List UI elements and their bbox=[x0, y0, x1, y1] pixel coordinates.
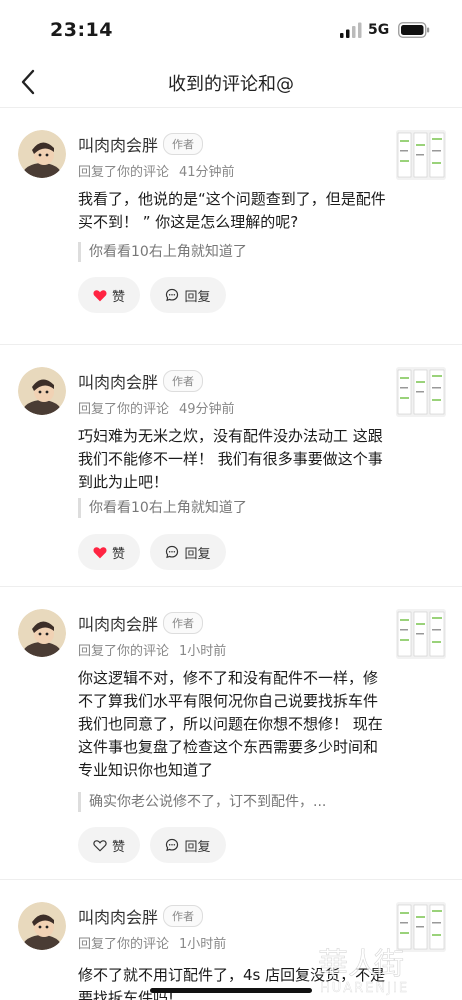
avatar[interactable] bbox=[18, 609, 66, 657]
screenshot-thumbnail-image bbox=[396, 609, 446, 659]
heart-outline-icon bbox=[93, 839, 107, 851]
user-name[interactable]: 叫肉肉会胖 bbox=[78, 132, 158, 156]
time-ago: 49分钟前 bbox=[179, 402, 235, 417]
avatar-image bbox=[18, 130, 66, 178]
comment-card: 叫肉肉会胖 作者 回复了你的评论 49分钟前 巧妇难为无米之炊，没有配件没办法动工… bbox=[0, 345, 462, 587]
status-time: 23:14 bbox=[50, 19, 113, 41]
home-indicator bbox=[150, 988, 312, 993]
user-name[interactable]: 叫肉肉会胖 bbox=[78, 611, 158, 635]
user-name[interactable]: 叫肉肉会胖 bbox=[78, 904, 158, 928]
quoted-comment[interactable]: 你看看10右上角就知道了 bbox=[78, 242, 398, 262]
comment-meta: 回复了你的评论 49分钟前 bbox=[78, 398, 235, 417]
post-thumbnail[interactable] bbox=[396, 609, 446, 659]
quoted-comment[interactable]: 你看看10右上角就知道了 bbox=[78, 498, 398, 518]
avatar-image bbox=[18, 367, 66, 415]
screenshot-thumbnail-image bbox=[396, 367, 446, 417]
like-label: 赞 bbox=[111, 546, 125, 562]
battery-icon bbox=[398, 22, 430, 38]
comment-meta: 回复了你的评论 41分钟前 bbox=[78, 161, 235, 180]
quoted-comment[interactable]: 确实你老公说修不了，订不到配件，... bbox=[78, 792, 398, 812]
comment-bubble-icon bbox=[166, 288, 179, 302]
post-thumbnail[interactable] bbox=[396, 130, 446, 180]
svg-text:街: 街 bbox=[374, 947, 404, 982]
avatar[interactable] bbox=[18, 902, 66, 950]
comment-bubble-icon bbox=[166, 545, 179, 559]
page-title: 收到的评论和@ bbox=[168, 74, 294, 95]
avatar[interactable] bbox=[18, 130, 66, 178]
reply-button[interactable]: 回复 bbox=[150, 277, 226, 313]
svg-text:HUARENJIE: HUARENJIE bbox=[320, 981, 409, 996]
svg-text:華人: 華人 bbox=[318, 947, 378, 982]
avatar-image bbox=[18, 609, 66, 657]
reply-label: 回复 bbox=[184, 839, 211, 855]
like-button[interactable]: 赞 bbox=[78, 277, 140, 313]
status-bar: 23:14 5G bbox=[0, 0, 462, 58]
time-ago: 41分钟前 bbox=[179, 165, 235, 180]
post-thumbnail[interactable] bbox=[396, 367, 446, 417]
action-text: 回复了你的评论 bbox=[78, 937, 170, 952]
avatar-image bbox=[18, 902, 66, 950]
comment-bubble-icon bbox=[166, 838, 179, 852]
reply-label: 回复 bbox=[184, 289, 211, 305]
time-ago: 1小时前 bbox=[179, 937, 227, 952]
comment-text: 我看了，他说的是“这个问题查到了，但是配件买不到！ ” 你这是怎么理解的呢? bbox=[78, 190, 386, 231]
reply-button[interactable]: 回复 bbox=[150, 534, 226, 570]
comment-card: 叫肉肉会胖 作者 回复了你的评论 41分钟前 我看了，他说的是“这个问题查到了，但… bbox=[0, 108, 462, 345]
screenshot-thumbnail-image bbox=[396, 130, 446, 180]
heart-icon bbox=[93, 546, 107, 558]
comment-text: 巧妇难为无米之炊，没有配件没办法动工 这跟我们不能修不一样！ 我们有很多事要做这… bbox=[78, 427, 383, 491]
comment-meta: 回复了你的评论 1小时前 bbox=[78, 933, 226, 952]
action-text: 回复了你的评论 bbox=[78, 165, 170, 180]
author-badge: 作者 bbox=[163, 905, 203, 927]
comment-card: 叫肉肉会胖 作者 回复了你的评论 1小时前 你这逻辑不对，修不了和没有配件不一样，… bbox=[0, 587, 462, 880]
reply-button[interactable]: 回复 bbox=[150, 827, 226, 863]
reply-label: 回复 bbox=[184, 546, 211, 562]
heart-icon bbox=[93, 289, 107, 301]
time-ago: 1小时前 bbox=[179, 644, 227, 659]
like-button[interactable]: 赞 bbox=[78, 534, 140, 570]
action-text: 回复了你的评论 bbox=[78, 644, 170, 659]
comment-text: 你这逻辑不对，修不了和没有配件不一样，修不了算我们水平有限何况你自己说要找拆车件… bbox=[78, 669, 383, 779]
avatar[interactable] bbox=[18, 367, 66, 415]
comment-meta: 回复了你的评论 1小时前 bbox=[78, 640, 226, 659]
nav-bar: 收到的评论和@ bbox=[0, 58, 462, 108]
network-type: 5G bbox=[368, 22, 390, 38]
author-badge: 作者 bbox=[163, 133, 203, 155]
like-label: 赞 bbox=[111, 839, 125, 855]
author-badge: 作者 bbox=[163, 370, 203, 392]
user-name[interactable]: 叫肉肉会胖 bbox=[78, 369, 158, 393]
like-button[interactable]: 赞 bbox=[78, 827, 140, 863]
action-text: 回复了你的评论 bbox=[78, 402, 170, 417]
signal-icon bbox=[340, 22, 362, 38]
like-label: 赞 bbox=[111, 289, 125, 305]
watermark-logo: 華人 街 HUARENJIE bbox=[318, 947, 409, 997]
author-badge: 作者 bbox=[163, 612, 203, 634]
